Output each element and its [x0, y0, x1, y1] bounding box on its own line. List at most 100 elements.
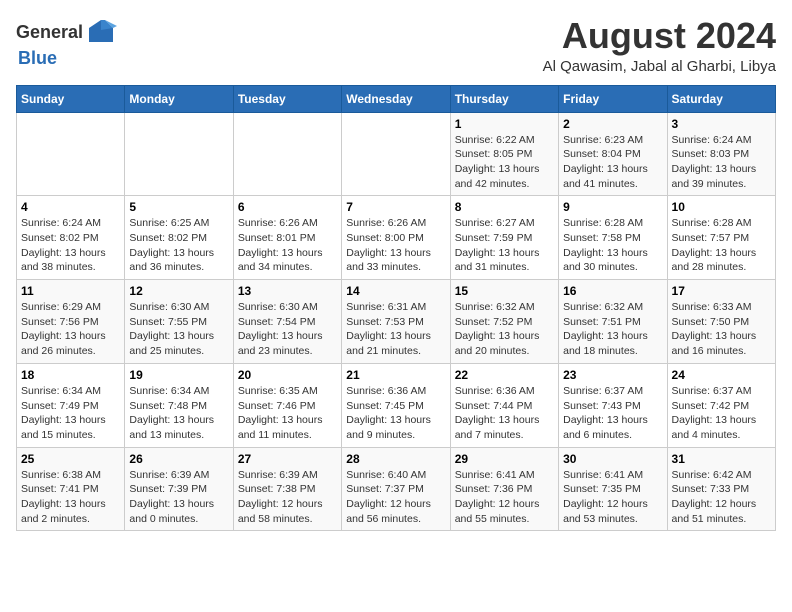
day-number: 1 — [455, 117, 554, 131]
calendar-week-row: 1 Sunrise: 6:22 AM Sunset: 8:05 PM Daylig… — [17, 112, 776, 196]
calendar-cell — [17, 112, 125, 196]
day-number: 24 — [672, 368, 771, 382]
subtitle: Al Qawasim, Jabal al Gharbi, Libya — [543, 58, 776, 75]
main-title: August 2024 — [543, 16, 776, 56]
day-number: 29 — [455, 452, 554, 466]
day-info: Sunrise: 6:27 AM Sunset: 7:59 PM Dayligh… — [455, 216, 554, 275]
calendar-week-row: 18Sunrise: 6:34 AM Sunset: 7:49 PM Dayli… — [17, 363, 776, 447]
calendar-cell: 27 Sunrise: 6:39 AM Sunset: 7:38 PM Dayli… — [233, 447, 341, 531]
calendar-cell: 30 Sunrise: 6:41 AM Sunset: 7:35 PM Dayli… — [559, 447, 667, 531]
calendar-cell: 12 Sunrise: 6:30 AM Sunset: 7:55 PM Dayli… — [125, 280, 233, 364]
calendar-cell: 29 Sunrise: 6:41 AM Sunset: 7:36 PM Dayli… — [450, 447, 558, 531]
calendar-cell: 23 Sunrise: 6:37 AM Sunset: 7:43 PM Dayli… — [559, 363, 667, 447]
day-number: 4 — [21, 200, 120, 214]
calendar-cell: 14Sunrise: 6:31 AM Sunset: 7:53 PM Dayli… — [342, 280, 450, 364]
header-row: SundayMondayTuesdayWednesdayThursdayFrid… — [17, 85, 776, 112]
calendar-cell — [342, 112, 450, 196]
weekday-header: Monday — [125, 85, 233, 112]
calendar-cell: 10 Sunrise: 6:28 AM Sunset: 7:57 PM Dayli… — [667, 196, 775, 280]
weekday-header: Thursday — [450, 85, 558, 112]
day-info: Sunrise: 6:36 AM Sunset: 7:45 PM Dayligh… — [346, 384, 445, 443]
day-info: Sunrise: 6:37 AM Sunset: 7:42 PM Dayligh… — [672, 384, 771, 443]
calendar-cell: 19Sunrise: 6:34 AM Sunset: 7:48 PM Dayli… — [125, 363, 233, 447]
title-block: August 2024 Al Qawasim, Jabal al Gharbi,… — [543, 16, 776, 75]
weekday-header: Tuesday — [233, 85, 341, 112]
logo-blue-text: Blue — [18, 48, 57, 68]
day-number: 28 — [346, 452, 445, 466]
day-number: 16 — [563, 284, 662, 298]
day-info: Sunrise: 6:34 AM Sunset: 7:48 PM Dayligh… — [129, 384, 228, 443]
day-info: Sunrise: 6:39 AM Sunset: 7:38 PM Dayligh… — [238, 468, 337, 527]
calendar-cell: 28 Sunrise: 6:40 AM Sunset: 7:37 PM Dayli… — [342, 447, 450, 531]
calendar-cell: 18Sunrise: 6:34 AM Sunset: 7:49 PM Dayli… — [17, 363, 125, 447]
day-number: 10 — [672, 200, 771, 214]
day-number: 31 — [672, 452, 771, 466]
day-number: 27 — [238, 452, 337, 466]
calendar-cell: 21 Sunrise: 6:36 AM Sunset: 7:45 PM Dayli… — [342, 363, 450, 447]
day-number: 2 — [563, 117, 662, 131]
calendar-cell: 2 Sunrise: 6:23 AM Sunset: 8:04 PM Daylig… — [559, 112, 667, 196]
calendar-table: SundayMondayTuesdayWednesdayThursdayFrid… — [16, 85, 776, 532]
calendar-cell: 20Sunrise: 6:35 AM Sunset: 7:46 PM Dayli… — [233, 363, 341, 447]
day-number: 26 — [129, 452, 228, 466]
calendar-cell: 8 Sunrise: 6:27 AM Sunset: 7:59 PM Daylig… — [450, 196, 558, 280]
day-info: Sunrise: 6:23 AM Sunset: 8:04 PM Dayligh… — [563, 133, 662, 192]
day-info: Sunrise: 6:35 AM Sunset: 7:46 PM Dayligh… — [238, 384, 337, 443]
day-info: Sunrise: 6:42 AM Sunset: 7:33 PM Dayligh… — [672, 468, 771, 527]
day-info: Sunrise: 6:26 AM Sunset: 8:01 PM Dayligh… — [238, 216, 337, 275]
calendar-cell: 11Sunrise: 6:29 AM Sunset: 7:56 PM Dayli… — [17, 280, 125, 364]
day-info: Sunrise: 6:30 AM Sunset: 7:54 PM Dayligh… — [238, 300, 337, 359]
calendar-cell: 6 Sunrise: 6:26 AM Sunset: 8:01 PM Daylig… — [233, 196, 341, 280]
day-number: 12 — [129, 284, 228, 298]
day-info: Sunrise: 6:37 AM Sunset: 7:43 PM Dayligh… — [563, 384, 662, 443]
day-number: 15 — [455, 284, 554, 298]
day-number: 6 — [238, 200, 337, 214]
calendar-week-row: 11Sunrise: 6:29 AM Sunset: 7:56 PM Dayli… — [17, 280, 776, 364]
day-info: Sunrise: 6:38 AM Sunset: 7:41 PM Dayligh… — [21, 468, 120, 527]
day-info: Sunrise: 6:33 AM Sunset: 7:50 PM Dayligh… — [672, 300, 771, 359]
day-number: 5 — [129, 200, 228, 214]
calendar-cell: 1 Sunrise: 6:22 AM Sunset: 8:05 PM Daylig… — [450, 112, 558, 196]
calendar-cell: 26Sunrise: 6:39 AM Sunset: 7:39 PM Dayli… — [125, 447, 233, 531]
day-info: Sunrise: 6:40 AM Sunset: 7:37 PM Dayligh… — [346, 468, 445, 527]
day-number: 8 — [455, 200, 554, 214]
calendar-header: SundayMondayTuesdayWednesdayThursdayFrid… — [17, 85, 776, 112]
day-info: Sunrise: 6:28 AM Sunset: 7:57 PM Dayligh… — [672, 216, 771, 275]
day-info: Sunrise: 6:32 AM Sunset: 7:51 PM Dayligh… — [563, 300, 662, 359]
weekday-header: Wednesday — [342, 85, 450, 112]
day-info: Sunrise: 6:30 AM Sunset: 7:55 PM Dayligh… — [129, 300, 228, 359]
day-number: 30 — [563, 452, 662, 466]
day-number: 23 — [563, 368, 662, 382]
day-info: Sunrise: 6:41 AM Sunset: 7:36 PM Dayligh… — [455, 468, 554, 527]
day-info: Sunrise: 6:36 AM Sunset: 7:44 PM Dayligh… — [455, 384, 554, 443]
day-number: 21 — [346, 368, 445, 382]
day-info: Sunrise: 6:28 AM Sunset: 7:58 PM Dayligh… — [563, 216, 662, 275]
weekday-header: Saturday — [667, 85, 775, 112]
day-number: 14 — [346, 284, 445, 298]
calendar-cell: 9 Sunrise: 6:28 AM Sunset: 7:58 PM Daylig… — [559, 196, 667, 280]
calendar-cell: 7Sunrise: 6:26 AM Sunset: 8:00 PM Daylig… — [342, 196, 450, 280]
day-info: Sunrise: 6:32 AM Sunset: 7:52 PM Dayligh… — [455, 300, 554, 359]
calendar-cell: 15 Sunrise: 6:32 AM Sunset: 7:52 PM Dayli… — [450, 280, 558, 364]
weekday-header: Sunday — [17, 85, 125, 112]
day-number: 25 — [21, 452, 120, 466]
logo-icon — [85, 16, 117, 48]
logo: General Blue — [16, 16, 117, 69]
calendar-cell: 22 Sunrise: 6:36 AM Sunset: 7:44 PM Dayli… — [450, 363, 558, 447]
day-number: 22 — [455, 368, 554, 382]
day-info: Sunrise: 6:22 AM Sunset: 8:05 PM Dayligh… — [455, 133, 554, 192]
calendar-cell: 13Sunrise: 6:30 AM Sunset: 7:54 PM Dayli… — [233, 280, 341, 364]
day-number: 17 — [672, 284, 771, 298]
calendar-body: 1 Sunrise: 6:22 AM Sunset: 8:05 PM Daylig… — [17, 112, 776, 531]
calendar-cell: 16 Sunrise: 6:32 AM Sunset: 7:51 PM Dayli… — [559, 280, 667, 364]
logo-general-text: General — [16, 22, 83, 43]
calendar-week-row: 25 Sunrise: 6:38 AM Sunset: 7:41 PM Dayli… — [17, 447, 776, 531]
day-info: Sunrise: 6:26 AM Sunset: 8:00 PM Dayligh… — [346, 216, 445, 275]
calendar-cell: 3Sunrise: 6:24 AM Sunset: 8:03 PM Daylig… — [667, 112, 775, 196]
calendar-cell: 24 Sunrise: 6:37 AM Sunset: 7:42 PM Dayli… — [667, 363, 775, 447]
day-number: 9 — [563, 200, 662, 214]
day-info: Sunrise: 6:25 AM Sunset: 8:02 PM Dayligh… — [129, 216, 228, 275]
day-info: Sunrise: 6:24 AM Sunset: 8:03 PM Dayligh… — [672, 133, 771, 192]
day-info: Sunrise: 6:41 AM Sunset: 7:35 PM Dayligh… — [563, 468, 662, 527]
day-info: Sunrise: 6:29 AM Sunset: 7:56 PM Dayligh… — [21, 300, 120, 359]
